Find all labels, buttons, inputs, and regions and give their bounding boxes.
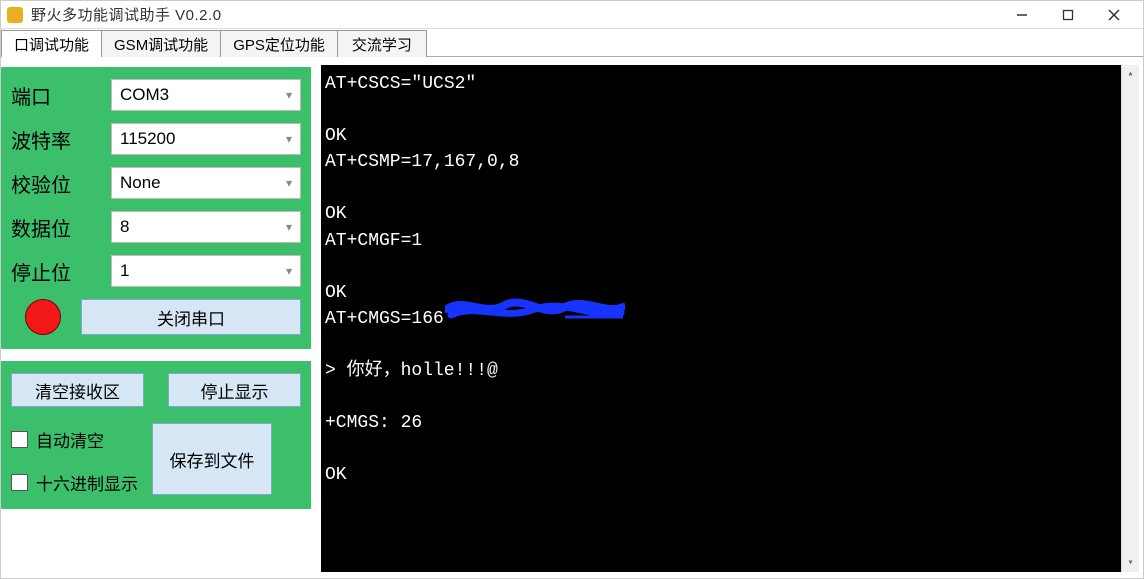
terminal-line <box>325 254 1135 280</box>
clear-receive-button[interactable]: 清空接收区 <box>11 373 144 407</box>
close-port-button[interactable]: 关闭串口 <box>81 299 301 335</box>
stopbits-select[interactable]: 1 <box>111 255 301 287</box>
terminal-line: AT+CSMP=17,167,0,8 <box>325 149 1135 175</box>
minimize-button[interactable] <box>999 2 1045 28</box>
terminal-line <box>325 97 1135 123</box>
terminal-line: OK <box>325 462 1135 488</box>
close-button[interactable] <box>1091 2 1137 28</box>
terminal-line: OK <box>325 280 1135 306</box>
databits-select[interactable]: 8 <box>111 211 301 243</box>
terminal-output[interactable]: AT+CSCS="UCS2"OKAT+CSMP=17,167,0,8OKAT+C… <box>321 65 1139 572</box>
port-label: 端口 <box>11 81 111 110</box>
checkbox-icon <box>11 474 28 491</box>
auto-clear-checkbox[interactable]: 自动清空 <box>11 427 138 452</box>
terminal-scrollbar[interactable]: ▴ ▾ <box>1121 65 1139 572</box>
scroll-track[interactable] <box>1122 83 1139 554</box>
terminal-line: +CMGS: 26 <box>325 410 1135 436</box>
terminal-line: AT+CMGF=1 <box>325 228 1135 254</box>
window-title: 野火多功能调试助手 V0.2.0 <box>31 4 222 25</box>
content-area: 端口 COM3 波特率 115200 校验位 None 数据位 8 停止位 <box>1 57 1143 578</box>
port-select[interactable]: COM3 <box>111 79 301 111</box>
terminal-line <box>325 436 1135 462</box>
tab-1[interactable]: GSM调试功能 <box>101 30 221 57</box>
terminal-line: OK <box>325 201 1135 227</box>
save-to-file-button[interactable]: 保存到文件 <box>152 423 272 495</box>
stop-display-button[interactable]: 停止显示 <box>168 373 301 407</box>
window-controls <box>999 2 1137 28</box>
terminal-line <box>325 332 1135 358</box>
app-icon <box>7 7 23 23</box>
hex-display-checkbox[interactable]: 十六进制显示 <box>11 470 138 495</box>
parity-label: 校验位 <box>11 169 111 198</box>
parity-select[interactable]: None <box>111 167 301 199</box>
baud-select[interactable]: 115200 <box>111 123 301 155</box>
tab-bar: 口调试功能GSM调试功能GPS定位功能交流学习 <box>1 29 1143 57</box>
scroll-down-icon[interactable]: ▾ <box>1122 554 1140 572</box>
serial-settings-panel: 端口 COM3 波特率 115200 校验位 None 数据位 8 停止位 <box>1 67 311 349</box>
baud-label: 波特率 <box>11 125 111 154</box>
titlebar: 野火多功能调试助手 V0.2.0 <box>1 1 1143 29</box>
maximize-button[interactable] <box>1045 2 1091 28</box>
tab-0[interactable]: 口调试功能 <box>1 30 102 57</box>
scroll-up-icon[interactable]: ▴ <box>1122 65 1140 83</box>
port-status-indicator <box>25 299 61 335</box>
terminal-line: AT+CSCS="UCS2" <box>325 71 1135 97</box>
receive-control-panel: 清空接收区 停止显示 自动清空 十六进制显示 保存到文件 <box>1 361 311 509</box>
stopbits-label: 停止位 <box>11 257 111 286</box>
terminal-line <box>325 384 1135 410</box>
terminal-line: > 你好，holle!!!@ <box>325 358 1135 384</box>
terminal-line: OK <box>325 123 1135 149</box>
tab-2[interactable]: GPS定位功能 <box>220 30 338 57</box>
tab-3[interactable]: 交流学习 <box>337 30 427 57</box>
terminal-line <box>325 175 1135 201</box>
databits-label: 数据位 <box>11 213 111 242</box>
app-window: 野火多功能调试助手 V0.2.0 口调试功能GSM调试功能GPS定位功能交流学习… <box>0 0 1144 579</box>
terminal-line: AT+CMGS=166 <box>325 306 1135 332</box>
checkbox-icon <box>11 431 28 448</box>
